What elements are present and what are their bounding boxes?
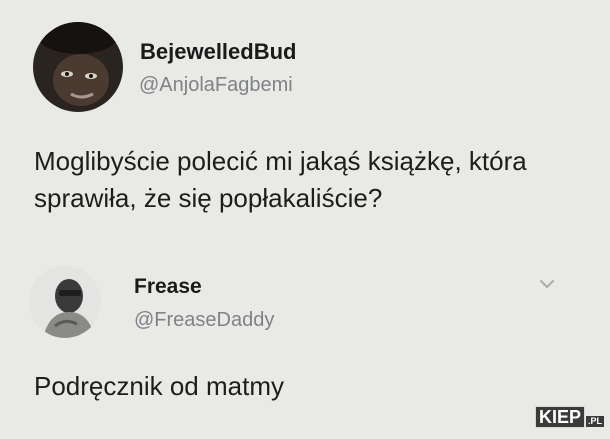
tweet-text-line: sprawiła, że się popłakaliście?	[34, 183, 383, 213]
tweet-author-name[interactable]: BejewelledBud	[140, 39, 296, 65]
tweet-author-handle[interactable]: @AnjolaFagbemi	[139, 74, 293, 97]
watermark-text: KIEP	[535, 406, 586, 428]
reply-author-name[interactable]: Frease	[134, 275, 202, 299]
watermark-logo: KIEP .PL	[535, 406, 605, 428]
tweet-author-avatar[interactable]	[33, 22, 123, 112]
avatar-photo	[29, 266, 101, 338]
reply-author-avatar[interactable]	[29, 266, 101, 338]
reply-text-line: Podręcznik od matmy	[34, 371, 284, 401]
chevron-down-icon[interactable]	[538, 278, 556, 290]
watermark-suffix: .PL	[586, 416, 605, 427]
tweet-text-line: Moglibyście polecić mi jakąś książkę, kt…	[34, 146, 527, 176]
reply-author-handle[interactable]: @FreaseDaddy	[134, 309, 274, 332]
avatar-photo	[33, 22, 123, 112]
